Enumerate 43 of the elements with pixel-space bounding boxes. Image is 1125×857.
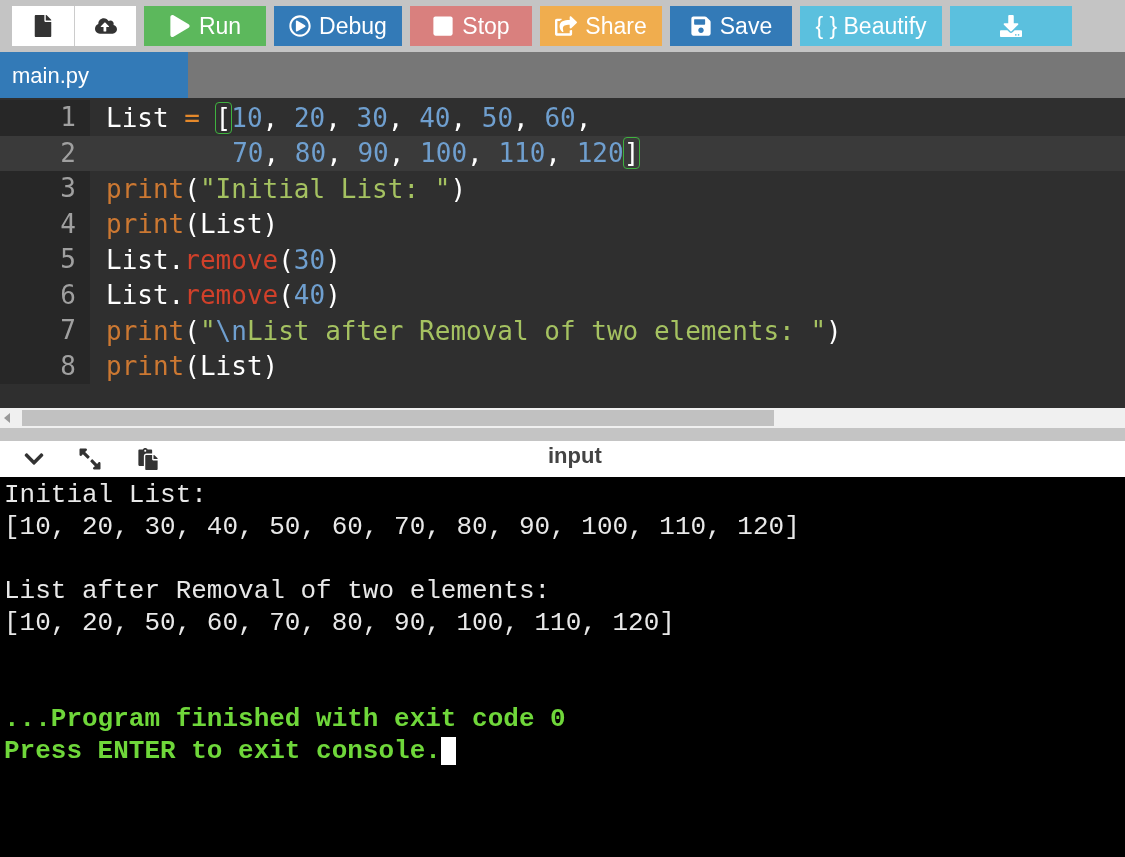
- share-button[interactable]: Share: [540, 6, 662, 46]
- line-number: 1: [0, 100, 90, 136]
- download-icon: [1000, 15, 1022, 37]
- play-icon: [168, 15, 191, 37]
- console-output[interactable]: [0, 477, 1125, 857]
- code-line: print("Initial List: "): [106, 172, 467, 205]
- line-number: 8: [0, 348, 90, 384]
- stop-button[interactable]: Stop: [410, 6, 532, 46]
- stop-icon: [432, 15, 455, 37]
- line-number: 6: [0, 277, 90, 313]
- horizontal-scrollbar[interactable]: [0, 408, 1125, 428]
- clipboard-icon: [137, 448, 159, 470]
- expand-icon: [78, 447, 102, 471]
- code-line: print(List): [106, 208, 279, 241]
- code-editor[interactable]: [0, 98, 1125, 408]
- share-icon: [555, 15, 578, 37]
- file-tab[interactable]: main.py: [0, 52, 188, 98]
- debug-button[interactable]: Debug: [274, 6, 402, 46]
- line-number: 3: [0, 171, 90, 207]
- upload-button[interactable]: [74, 6, 136, 46]
- status-line: ...Program finished with exit code 0: [4, 702, 566, 736]
- status-line: Press ENTER to exit console.: [4, 734, 441, 768]
- line-number: 4: [0, 206, 90, 242]
- cloud-upload-icon: [94, 15, 117, 37]
- save-button[interactable]: Save: [670, 6, 792, 46]
- line-number: 7: [0, 313, 90, 349]
- code-line: List.remove(30): [106, 243, 341, 276]
- console-line: [10, 20, 50, 60, 70, 80, 90, 100, 110, 120]: [4, 606, 675, 640]
- console-line: [10, 20, 30, 40, 50, 60, 70, 80, 90, 100, 110, 120]: [4, 510, 800, 544]
- console-line: Initial List:: [4, 478, 207, 512]
- file-icon: [32, 15, 54, 37]
- new-file-button[interactable]: [12, 6, 74, 46]
- run-button[interactable]: Run: [144, 6, 266, 46]
- beautify-button[interactable]: { } Beautify: [800, 6, 942, 46]
- code-line: List.remove(40): [106, 279, 341, 312]
- code-line: List = [10, 20, 30, 40, 50, 60,: [106, 101, 592, 134]
- scrollbar-thumb[interactable]: [22, 410, 774, 426]
- console-line: List after Removal of two elements:: [4, 574, 551, 608]
- code-line: 70, 80, 90, 100, 110, 120]: [106, 137, 640, 170]
- line-number: 5: [0, 242, 90, 278]
- code-line: print("\nList after Removal of two elements: "): [106, 314, 842, 347]
- console-title: input: [548, 442, 602, 470]
- code-line: print(List): [106, 350, 279, 383]
